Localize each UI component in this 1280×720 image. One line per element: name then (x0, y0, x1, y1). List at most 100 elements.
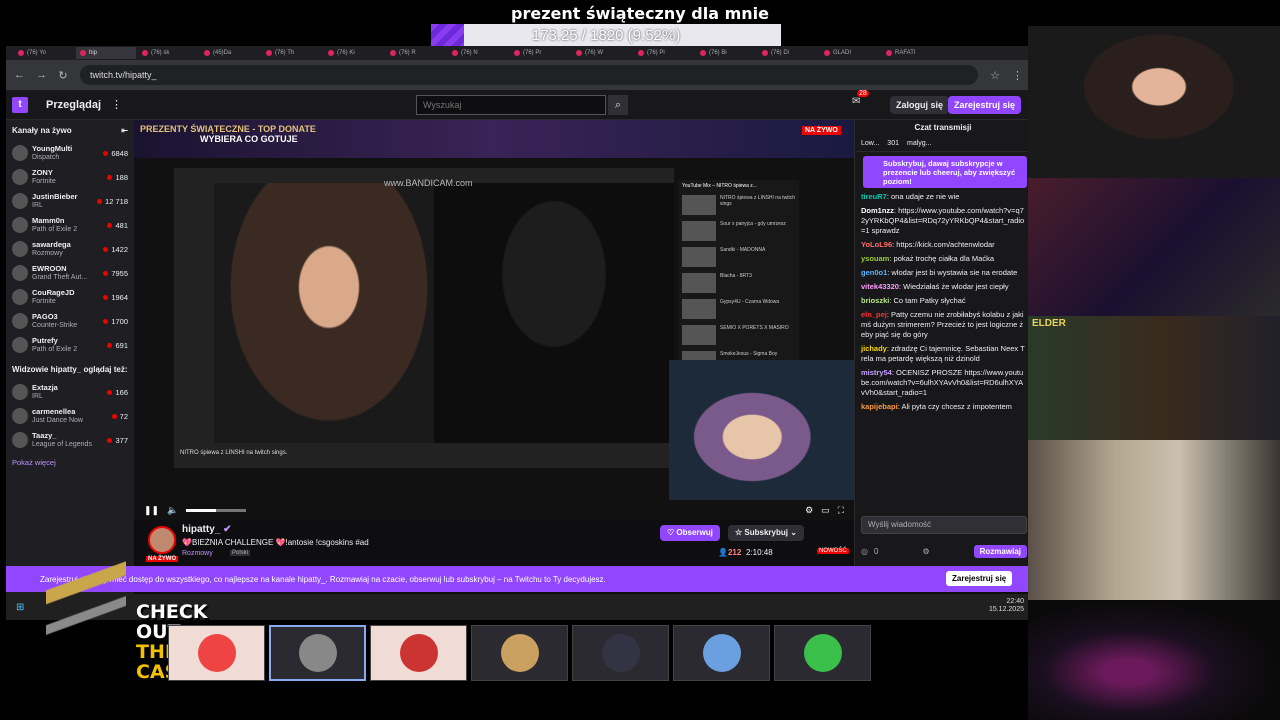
chat-message: eln_pej: Patty czemu nie zrobiłabyś kola… (859, 308, 1027, 342)
signup-button[interactable]: Zarejestruj się (948, 96, 1022, 114)
sidebar-channel[interactable]: EWROON Grand Theft Aut... 7955 (6, 261, 134, 285)
sidebar-channel[interactable]: ZONY Fortnite 188 (6, 165, 134, 189)
forward-icon[interactable]: → (36, 69, 47, 81)
sidebar-channel[interactable]: carmenellea Just Dance Now 72 (6, 404, 134, 428)
settings-icon[interactable]: ⚙ (805, 505, 813, 516)
url-field[interactable]: twitch.tv/hipatty_ (80, 65, 978, 85)
sidebar-channel[interactable]: JustinBieber IRL 12 718 (6, 189, 134, 213)
stream-banner: PREZENTY ŚWIĄTECZNE - TOP DONATE WYBIERA … (134, 120, 854, 158)
pause-icon[interactable]: ❚❚ (144, 505, 159, 516)
subscribe-button[interactable]: ☆ Subskrybuj ⌄ (728, 525, 804, 541)
browser-tab[interactable]: (76) R (386, 47, 446, 59)
channel-viewers: 1422 (103, 245, 128, 254)
sidebar-channel[interactable]: Mamm0n Path of Exile 2 481 (6, 213, 134, 237)
theatre-icon[interactable]: ▭ (821, 505, 830, 516)
browser-tab[interactable]: (76) Yo (14, 47, 74, 59)
channel-text: YoungMulti Dispatch (32, 144, 99, 162)
address-bar: ← → ↻ twitch.tv/hipatty_ ☆ ⋮ (6, 60, 1030, 90)
sidebar-channel[interactable]: Putrefy Path of Exile 2 691 (6, 333, 134, 357)
chat-username[interactable]: eln_pej (861, 310, 887, 319)
sidebar-channel[interactable]: Taazy_ League of Legends 377 (6, 428, 134, 452)
back-icon[interactable]: ← (14, 69, 25, 81)
yt-thumbnail (682, 221, 716, 241)
browser-tab[interactable]: (76) N (448, 47, 508, 59)
tab-label: (76) Bi (709, 50, 727, 56)
more-menu-icon[interactable]: ⋮ (111, 98, 122, 111)
chat-username[interactable]: mistry54 (861, 368, 892, 377)
sidebar-channel[interactable]: sawardega Rozmowy 1422 (6, 237, 134, 261)
notification-icon[interactable]: ✉ (852, 96, 860, 107)
browser-tab[interactable]: (76) sk (138, 47, 198, 59)
chat-footer: ◎ 0 ⚙ Rozmawiaj (861, 542, 1027, 560)
channel-avatar (12, 289, 28, 305)
chat-username[interactable]: jichady (861, 344, 887, 353)
channel-name: carmenellea (32, 407, 76, 416)
tab-label: (76) Ki (337, 50, 355, 56)
chat-send-button[interactable]: Rozmawiaj (973, 544, 1027, 558)
channel-name: JustinBieber (32, 192, 78, 201)
channel-name: Mamm0n (32, 216, 65, 225)
reload-icon[interactable]: ↻ (58, 69, 68, 82)
browse-link[interactable]: Przeglądaj (46, 99, 101, 111)
yt-item-title: NITRO śpiewa z LINSHI na twitch sings (720, 195, 796, 207)
sidebar-channel[interactable]: CouRageJD Fortnite 1964 (6, 285, 134, 309)
browser-tab[interactable]: (76) Pr (510, 47, 570, 59)
browser-tab[interactable]: (76) W (572, 47, 632, 59)
follow-button[interactable]: ♡ Obserwuj (660, 525, 720, 541)
leader-3[interactable]: malyg... (907, 140, 932, 147)
chat-username[interactable]: ysouam (861, 254, 889, 263)
windows-start-icon[interactable]: ⊞ (16, 602, 24, 613)
browser-tab[interactable]: (76) Th (262, 47, 322, 59)
streamer-name[interactable]: hipatty_ ✔ (182, 524, 232, 535)
browser-tab[interactable]: (76) Ki (324, 47, 384, 59)
browser-tab[interactable]: (76) Di (758, 47, 818, 59)
chat-input[interactable]: Wyślij wiadomość (861, 516, 1027, 534)
yt-thumbnail (682, 247, 716, 267)
sidebar-channel[interactable]: Extazja IRL 166 (6, 380, 134, 404)
search-icon[interactable]: ⌕ (608, 95, 628, 115)
chat-username[interactable]: YoLoL96 (861, 240, 892, 249)
browser-tab[interactable]: (76) Bi (696, 47, 756, 59)
menu-icon[interactable]: ⋮ (1012, 69, 1023, 82)
leader-1[interactable]: Low... (861, 140, 879, 147)
sidebar-channel[interactable]: YoungMulti Dispatch 6848 (6, 141, 134, 165)
fullscreen-icon[interactable]: ⛶ (838, 505, 844, 516)
browser-tab[interactable]: hip (76, 47, 136, 59)
elder-tag: ELDER (1032, 318, 1066, 329)
chat-settings-icon[interactable]: ⚙ (922, 547, 929, 556)
sub-promo[interactable]: Subskrybuj, dawaj subskrypcje w prezenci… (863, 156, 1027, 188)
show-more-link[interactable]: Pokaż więcej (6, 452, 134, 473)
chat-username[interactable]: tireuR7 (861, 192, 887, 201)
video-player[interactable]: PREZENTY ŚWIĄTECZNE - TOP DONATE WYBIERA … (134, 120, 854, 520)
browser-tab[interactable]: (76) Pl (634, 47, 694, 59)
emote-tile (168, 625, 265, 681)
browser-tab[interactable]: RAFATI (882, 47, 942, 59)
chat-username[interactable]: vitek43320 (861, 282, 899, 291)
channel-avatar (12, 337, 28, 353)
banner-signup-button[interactable]: Zarejestruj się (946, 571, 1013, 586)
volume-slider[interactable] (186, 508, 247, 512)
chat-username[interactable]: kapijebapi (861, 402, 898, 411)
twitch-logo-icon[interactable]: t (12, 96, 28, 113)
collapse-icon[interactable]: ⇤ (121, 126, 128, 135)
search-input[interactable] (416, 95, 606, 115)
browser-tab[interactable]: (45)Da (200, 47, 260, 59)
channel-text: Taazy_ League of Legends (32, 431, 103, 449)
leader-2[interactable]: 301 (887, 140, 899, 147)
yt-thumbnail (682, 299, 716, 319)
chat-username[interactable]: gen0o1 (861, 268, 887, 277)
login-button[interactable]: Zaloguj się (890, 96, 950, 114)
yt-thumbnail (682, 325, 716, 345)
chat-username[interactable]: Dom1nzz (861, 206, 894, 215)
browser-tab[interactable]: GLADI (820, 47, 880, 59)
tab-favicon-icon (204, 50, 210, 56)
star-icon[interactable]: ☆ (990, 69, 1000, 82)
chat-username[interactable]: brioszki (861, 296, 889, 305)
sidebar-channel[interactable]: PAGO3 Counter-Strike 1700 (6, 309, 134, 333)
channel-points-icon[interactable]: ◎ (861, 547, 868, 556)
chat-message: YoLoL96: https://kick.com/achtenwlodar (859, 238, 1027, 252)
volume-icon[interactable]: 🔈 (167, 505, 178, 516)
tab-favicon-icon (886, 50, 892, 56)
channel-avatar (12, 408, 28, 424)
channel-name: EWROON (32, 264, 67, 273)
